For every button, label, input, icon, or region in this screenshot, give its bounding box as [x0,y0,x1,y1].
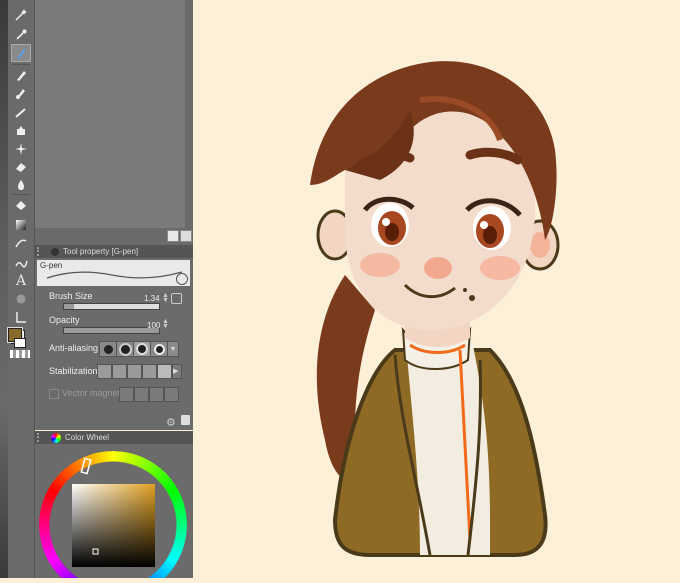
fill-icon[interactable] [11,196,31,214]
pen-icon [51,247,59,256]
opacity-label: Opacity [49,315,80,325]
vector-magnet-checkbox[interactable] [49,389,59,399]
brush-size-label: Brush Size [49,291,93,301]
pencil-icon[interactable] [11,66,31,84]
sparkle-icon[interactable] [11,140,31,158]
brush-size-value[interactable]: 1.34 [144,294,160,303]
aa-none-button[interactable] [99,341,117,357]
illustration [310,61,560,557]
opacity-value[interactable]: 100 [147,321,160,330]
eraser-icon[interactable] [11,158,31,176]
spin-arrows-icon[interactable]: ▲ ▼ [162,292,170,304]
stabilization-cell[interactable] [157,364,172,379]
eyedropper-icon[interactable] [11,26,31,44]
new-subtool-icon[interactable] [167,230,179,242]
aa-weak-button[interactable] [116,341,134,357]
tool-palette: A [7,0,35,578]
trash-icon[interactable] [180,230,192,242]
magnet-cell[interactable] [134,387,149,402]
panel-title: Color Wheel [65,433,110,442]
panel-title: Tool property [G-pen] [63,247,139,256]
stabilization-cell[interactable] [97,364,112,379]
color-wheel[interactable] [35,444,193,578]
spin-arrows-icon[interactable]: ▲ ▼ [162,318,170,330]
grip-icon[interactable] [37,433,47,442]
tool-property-header: Tool property [G-pen] [35,245,193,258]
text-icon[interactable]: A [11,272,31,290]
blend-icon[interactable] [11,176,31,194]
stabilization-label: Stabilization [49,366,98,376]
vector-magnet-row: Vector magnet [35,387,193,403]
opacity-row: Opacity 100 ▲ ▼ [35,315,193,335]
transparent-color-icon[interactable] [10,350,30,358]
magnet-cell[interactable] [164,387,179,402]
grip-icon[interactable] [37,247,47,256]
stabilization-cell[interactable] [127,364,142,379]
magnet-cell[interactable] [149,387,164,402]
line-icon[interactable] [11,254,31,272]
toolbar-divider [12,64,30,65]
color-wheel-icon [51,432,61,443]
brush-preview: G-pen [37,260,190,286]
chevron-right-icon[interactable]: ▶ [172,364,182,379]
decoration-icon[interactable] [11,122,31,140]
stabilization-cell[interactable] [142,364,157,379]
airbrush-icon[interactable] [11,104,31,122]
aa-strong-button[interactable] [150,341,168,357]
vector-magnet-label: Vector magnet [62,388,121,398]
stabilization-row: Stabilization ▶ [35,364,193,380]
canvas[interactable] [193,0,680,578]
brush-size-row: Brush Size 1.34 ▲ ▼ [35,291,193,311]
stabilization-cell[interactable] [112,364,127,379]
chevron-down-icon[interactable]: ▼ [167,341,179,357]
brush-size-slider[interactable] [63,303,160,310]
color-wheel-header: Color Wheel [35,431,193,444]
wrench-icon[interactable] [181,415,190,425]
aa-medium-button[interactable] [133,341,151,357]
opacity-slider[interactable] [63,327,160,334]
gradient-icon[interactable] [11,216,31,234]
wand-icon[interactable] [11,6,31,24]
zoom-icon[interactable] [176,273,188,285]
color-wheel-panel: Color Wheel [35,431,193,578]
sub-color-swatch[interactable] [14,338,26,348]
anti-aliasing-label: Anti-aliasing [49,343,99,353]
pen-icon[interactable] [11,44,31,62]
tool-property-panel: Tool property [G-pen] G-pen Brush Size 1… [35,245,193,430]
magnet-cell[interactable] [119,387,134,402]
left-edge [0,0,8,578]
circle-icon[interactable] [11,290,31,308]
pressure-icon[interactable] [171,293,182,304]
figure-icon[interactable] [11,234,31,252]
sub-tool-list[interactable] [35,0,185,228]
sub-tool-panel [35,0,228,245]
toolbar-divider [12,194,30,195]
anti-aliasing-row: Anti-aliasing ▼ [35,341,193,357]
ruler-icon[interactable] [11,308,31,326]
brush-icon[interactable] [11,84,31,102]
settings-icon[interactable]: ⚙ [166,416,176,429]
